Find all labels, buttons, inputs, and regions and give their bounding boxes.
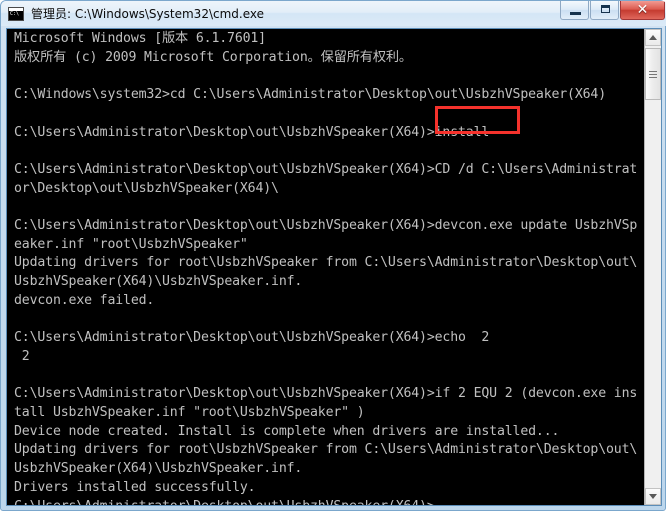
window-title: 管理员: C:\Windows\System32\cmd.exe	[31, 7, 264, 21]
console-screen[interactable]: Microsoft Windows [版本 6.1.7601] 版权所有 (c)…	[7, 29, 644, 505]
scroll-down-arrow-icon	[649, 494, 657, 499]
vertical-scrollbar[interactable]	[644, 29, 661, 505]
cmd-console-icon	[8, 7, 24, 21]
close-icon: ✕	[636, 2, 649, 18]
scroll-up-arrow[interactable]	[645, 29, 661, 46]
maximize-button[interactable]	[590, 1, 619, 20]
scrollbar-grip-icon	[649, 70, 657, 78]
console-client-area: Microsoft Windows [版本 6.1.7601] 版权所有 (c)…	[6, 28, 662, 506]
maximize-icon	[601, 5, 610, 13]
title-bar[interactable]: 管理员: C:\Windows\System32\cmd.exe ✕	[1, 1, 666, 26]
window-controls: ✕	[559, 1, 665, 20]
minimize-button[interactable]	[560, 1, 589, 20]
scroll-down-arrow[interactable]	[645, 488, 661, 505]
console-output-text: Microsoft Windows [版本 6.1.7601] 版权所有 (c)…	[14, 31, 638, 505]
scrollbar-track[interactable]	[645, 46, 661, 488]
minimize-icon	[570, 12, 581, 15]
scrollbar-thumb[interactable]	[645, 48, 661, 100]
cmd-window: 管理员: C:\Windows\System32\cmd.exe ✕ Micro…	[0, 0, 666, 511]
close-button[interactable]: ✕	[620, 1, 665, 20]
scroll-up-arrow-icon	[649, 35, 657, 40]
